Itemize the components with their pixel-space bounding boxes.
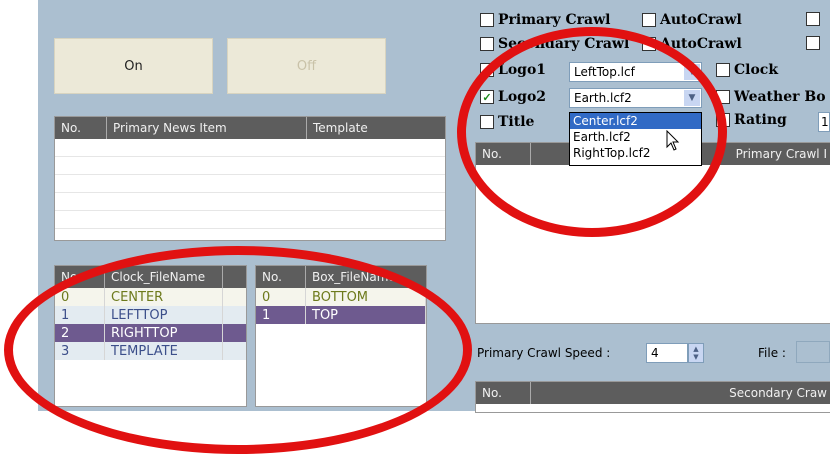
extra-checkbox-1[interactable] — [806, 12, 824, 26]
dropdown-option[interactable]: Center.lcf2 — [570, 113, 701, 129]
chevron-up-icon[interactable]: ▲ — [693, 345, 698, 353]
extra-checkbox-2[interactable] — [806, 36, 824, 50]
col-primary-news-item: Primary News Item — [107, 117, 307, 139]
chevron-down-icon[interactable]: ▼ — [684, 64, 700, 80]
off-button[interactable]: Off — [227, 38, 386, 94]
checkbox-icon — [642, 37, 656, 51]
checkbox-icon — [716, 90, 730, 104]
title-checkbox[interactable]: Title — [480, 114, 534, 130]
weather-box-checkbox[interactable]: Weather Bo — [716, 89, 826, 105]
secondary-crawl-table: No. Secondary Craw — [475, 381, 830, 413]
table-row[interactable]: 1 LEFTTOP — [55, 306, 246, 324]
auto-crawl-checkbox-2[interactable]: AutoCrawl — [642, 36, 742, 52]
col-no: No. — [476, 382, 531, 404]
checkbox-icon — [716, 113, 730, 127]
file-field[interactable] — [796, 341, 830, 363]
checkbox-icon — [480, 37, 494, 51]
clock-checkbox[interactable]: Clock — [716, 62, 778, 78]
auto-crawl-checkbox-1[interactable]: AutoCrawl — [642, 12, 742, 28]
table-row[interactable] — [55, 211, 445, 229]
table-row[interactable] — [55, 139, 445, 157]
table-row[interactable] — [55, 175, 445, 193]
col-template: Template — [313, 121, 368, 135]
checkmark-icon: ✓ — [480, 90, 494, 104]
table-row[interactable] — [55, 193, 445, 211]
news-table-header: No. Primary News Item Template — [55, 117, 445, 139]
logo2-checkbox[interactable]: ✓ Logo2 — [480, 89, 546, 105]
col-no: No. — [55, 266, 105, 288]
col-no: No. — [256, 266, 306, 288]
col-box-filename: Box_FileName — [312, 270, 396, 284]
news-table: No. Primary News Item Template — [54, 116, 446, 241]
table-row[interactable]: 0 BOTTOM — [256, 288, 426, 306]
table-row-selected[interactable]: 1 TOP — [256, 306, 426, 324]
box-table: No. Box_FileName 0 BOTTOM 1 TOP — [255, 265, 427, 407]
primary-crawl-speed-label: Primary Crawl Speed : — [477, 346, 611, 360]
clock-table: No. Clock_FileName 0 CENTER 1 LEFTTOP 2 … — [54, 265, 247, 407]
col-clock-filename: Clock_FileName — [105, 266, 223, 288]
table-row[interactable]: 3 TEMPLATE — [55, 342, 246, 360]
checkbox-icon — [480, 13, 494, 27]
col-no: No. — [476, 143, 531, 165]
mouse-cursor-icon — [666, 130, 680, 151]
logo2-dropdown-list: Center.lcf2 Earth.lcf2 RightTop.lcf2 — [569, 112, 702, 166]
on-button[interactable]: On — [54, 38, 213, 94]
checkbox-icon — [806, 36, 820, 50]
logo1-checkbox[interactable]: Logo1 — [480, 62, 546, 78]
rating-checkbox[interactable]: Rating — [716, 112, 787, 128]
col-no: No. — [55, 117, 107, 139]
file-label: File : — [758, 346, 786, 360]
chevron-down-icon[interactable]: ▼ — [693, 353, 698, 361]
table-row-selected[interactable]: 2 RIGHTTOP — [55, 324, 246, 342]
checkbox-icon — [480, 63, 494, 77]
checkbox-icon — [480, 115, 494, 129]
speed-spinner[interactable]: ▲ ▼ — [688, 343, 704, 363]
crawl-table: No. Primary Crawl I — [475, 142, 830, 324]
chevron-down-icon[interactable]: ▼ — [684, 90, 700, 106]
clock-table-header: No. Clock_FileName — [55, 266, 246, 288]
checkbox-icon — [642, 13, 656, 27]
col-secondary-crawl: Secondary Craw — [729, 386, 827, 400]
logo1-combo[interactable]: LeftTop.lcf ▼ — [569, 62, 702, 82]
table-row[interactable]: 0 CENTER — [55, 288, 246, 306]
speed-input[interactable]: 4 — [646, 343, 688, 363]
checkbox-icon — [716, 63, 730, 77]
primary-crawl-checkbox[interactable]: Primary Crawl — [480, 12, 610, 28]
secondary-table-header: No. Secondary Craw — [476, 382, 830, 404]
box-table-header: No. Box_FileName — [256, 266, 426, 288]
checkbox-icon — [806, 12, 820, 26]
secondary-crawl-checkbox[interactable]: Secondary Crawl — [480, 36, 629, 52]
rating-field[interactable]: 1 — [818, 112, 830, 132]
table-row[interactable] — [55, 157, 445, 175]
logo2-combo[interactable]: Earth.lcf2 ▼ — [569, 88, 702, 108]
